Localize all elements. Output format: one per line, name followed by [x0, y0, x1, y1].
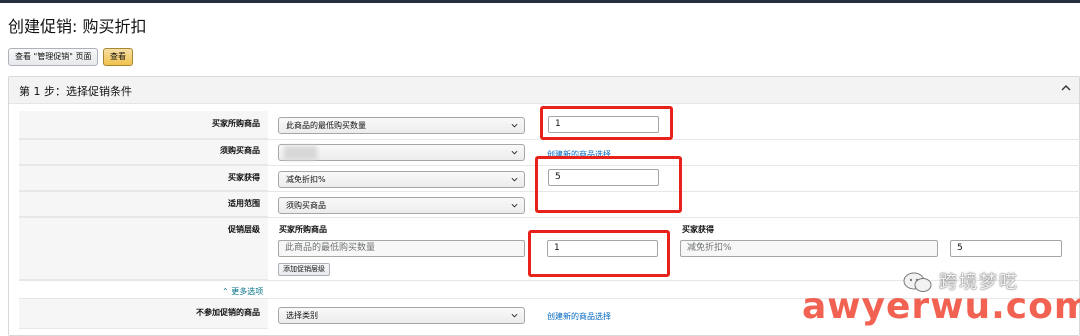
panel-title: 第 1 步：选择促销条件 [19, 85, 132, 98]
top-bar [0, 0, 1080, 3]
page-title: 创建促销: 购买折扣 [8, 17, 147, 36]
buyer-gets-select-value: 减免折扣% [286, 175, 326, 184]
row-buyer-gets: 买家获得 [19, 166, 268, 191]
more-options-label: 更多选项 [231, 287, 264, 296]
excluded-select[interactable]: 选择类别 [278, 307, 525, 324]
buyer-gets-label: 买家获得 [228, 173, 260, 182]
buyer-gets-select[interactable]: 减免折扣% [278, 171, 525, 188]
required-items-label: 须购买商品 [220, 146, 260, 155]
row-tiers: 促销层级 [19, 218, 268, 280]
view-button[interactable]: 查看 [103, 48, 133, 66]
row-applies-to: 适用范围 [19, 192, 268, 217]
tier-purchase-type[interactable]: 此商品的最低购买数量 [278, 240, 525, 257]
chevron-down-icon [511, 203, 518, 208]
row-buyer-purchases: 买家所购商品 [19, 111, 268, 139]
caret-up-icon: ⌃ [222, 287, 232, 296]
chevron-down-icon [511, 123, 518, 128]
chevron-down-icon [511, 313, 518, 318]
applies-to-label: 适用范围 [228, 199, 260, 208]
buyer-purchases-select-value: 此商品的最低购买数量 [286, 121, 366, 130]
excluded-select-value: 选择类别 [286, 311, 318, 320]
tier-gets-type[interactable]: 减免折扣% [680, 240, 938, 257]
applies-to-select-value: 须购买商品 [286, 201, 326, 210]
tier-col-purchases: 买家所购商品 [279, 225, 327, 234]
blurred-selection [284, 146, 317, 160]
chevron-down-icon [511, 177, 518, 182]
tier-gets-value[interactable]: 5 [950, 240, 1062, 257]
tier-col-gets: 买家获得 [682, 225, 714, 234]
buyer-purchases-select[interactable]: 此商品的最低购买数量 [278, 117, 525, 134]
highlight-box [535, 156, 682, 213]
watermark-url: awyerwu.com [802, 286, 1080, 327]
manage-promotions-button[interactable]: 查看 "管理促销" 页面 [8, 48, 99, 66]
excluded-label: 不参加促销的商品 [196, 308, 260, 317]
highlight-box [540, 106, 673, 140]
tiers-label: 促销层级 [228, 225, 260, 234]
panel-header[interactable]: 第 1 步：选择促销条件 [9, 77, 1079, 104]
applies-to-select[interactable]: 须购买商品 [278, 197, 525, 214]
create-selection-link-excluded[interactable]: 创建新的商品选择 [547, 311, 611, 322]
row-required-items: 须购买商品 [19, 140, 268, 165]
add-tier-button[interactable]: 添加促销层级 [278, 263, 330, 276]
buyer-purchases-label: 买家所购商品 [212, 119, 260, 128]
chevron-up-icon[interactable] [1061, 83, 1071, 93]
chevron-down-icon [511, 150, 518, 155]
row-excluded: 不参加促销的商品 [19, 299, 268, 329]
highlight-box [528, 230, 670, 277]
more-options-toggle[interactable]: ⌃ 更多选项 [222, 286, 263, 297]
